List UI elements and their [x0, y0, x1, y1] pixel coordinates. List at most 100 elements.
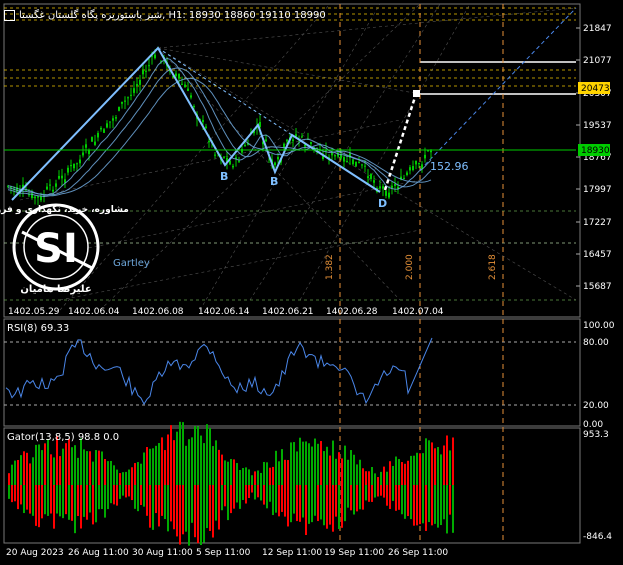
candle-body [427, 150, 429, 152]
gator-bar-down [302, 485, 304, 518]
gator-bar-down [122, 485, 124, 496]
gator-bar-up [20, 455, 22, 485]
gator-bar-up [272, 466, 274, 485]
candle-body [403, 177, 405, 179]
candle-body [133, 88, 135, 93]
gator-bar-down [143, 485, 145, 507]
gator-bar-down [260, 485, 262, 501]
gator-bar-up [389, 461, 391, 485]
candle-body [103, 129, 105, 133]
gator-bar-down [410, 485, 412, 520]
gator-bar-up [92, 461, 94, 485]
candle-body [139, 79, 141, 85]
rsi-indicator [5, 337, 433, 406]
gator-bar-down [11, 485, 13, 503]
gator-bar-up [410, 455, 412, 485]
gator-bar-up [53, 457, 55, 485]
gator-bar-down [236, 485, 238, 503]
candle-body [145, 70, 147, 72]
gator-bar-down [314, 485, 316, 516]
gator-bar-down [269, 485, 271, 502]
gator-bar-up [344, 445, 346, 485]
gator-bar-up [173, 440, 175, 485]
projection-line [419, 7, 577, 171]
gator-bar-down [419, 485, 421, 525]
gator-bar-down [77, 485, 79, 516]
gator-bar-up [119, 473, 121, 485]
candle-body [190, 95, 192, 98]
gator-bar-up [290, 442, 292, 485]
candle-body [136, 84, 138, 87]
gator-bar-up [95, 450, 97, 485]
gator-bar-down [116, 485, 118, 506]
chart-date-label: 1402.06.14 [198, 307, 250, 317]
candle-body [334, 155, 336, 157]
candle-body [310, 141, 312, 144]
candle-body [391, 185, 393, 188]
gator-bar-up [242, 468, 244, 485]
candle-body [394, 183, 396, 186]
time-axis-label: 30 Aug 11:00 [132, 548, 193, 558]
gator-bar-up [341, 458, 343, 485]
candle-body [370, 174, 372, 179]
gator-bar-up [287, 460, 289, 485]
gator-bar-down [179, 485, 181, 545]
gator-bar-up [230, 458, 232, 485]
gator-bar-up [164, 450, 166, 485]
candle-body [367, 176, 369, 179]
candle-body [361, 164, 363, 166]
candle-body [124, 100, 126, 102]
gator-bar-up [125, 471, 127, 485]
gator-bar-up [128, 469, 130, 485]
gator-bar-down [404, 485, 406, 519]
gator-bar-down [428, 485, 430, 523]
gator-bar-up [71, 447, 73, 485]
gator-bar-down [242, 485, 244, 500]
candle-body [286, 139, 288, 142]
candle-body [364, 165, 366, 167]
chart-canvas[interactable]: 1.3822.0002.618 BBD152.96 21847210772030… [0, 0, 623, 561]
gator-bar-up [338, 452, 340, 485]
gator-bar-down [209, 485, 211, 531]
candle-body [379, 186, 381, 189]
candle-body [214, 154, 216, 156]
gator-bar-up [260, 472, 262, 485]
time-axis-label: 12 Sep 11:00 [262, 548, 322, 558]
fib-time-label: 2.618 [488, 254, 498, 280]
gator-bar-down [299, 485, 301, 522]
gator-bar-down [431, 485, 433, 526]
gator-bar-up [38, 444, 40, 485]
candle-body [232, 165, 234, 168]
rsi-tick-label: 0.00 [583, 420, 603, 430]
rsi-line [5, 337, 433, 406]
gator-bar-down [29, 485, 31, 514]
gator-bar-down [194, 485, 196, 538]
window-icon[interactable] [4, 9, 15, 21]
price-tick-label: 17997 [583, 185, 612, 195]
gator-bar-up [257, 470, 259, 485]
gator-bar-up [431, 442, 433, 485]
gator-bar-down [305, 485, 307, 536]
gator-bar-down [296, 485, 298, 522]
gator-bar-down [110, 485, 112, 504]
gator-bar-up [107, 461, 109, 485]
candle-body [142, 70, 144, 75]
gator-bar-up [62, 448, 64, 485]
gator-bar-down [344, 485, 346, 522]
gator-bar-up [182, 422, 184, 485]
gator-bar-down [329, 485, 331, 525]
gator-bar-up [227, 461, 229, 485]
gator-bar-up [347, 459, 349, 485]
gator-bar-up [122, 472, 124, 485]
gator-bar-up [254, 471, 256, 485]
candle-body [205, 126, 207, 128]
gator-bar-up [116, 469, 118, 485]
chart-date-label: 1402.07.04 [392, 307, 444, 317]
gator-bar-up [350, 450, 352, 485]
gator-bar-up [353, 454, 355, 485]
gator-bar-down [437, 485, 439, 528]
gator-bar-up [284, 459, 286, 485]
gator-bar-up [179, 421, 181, 485]
trading-terminal-chart[interactable]: 1.3822.0002.618 BBD152.96 21847210772030… [0, 0, 623, 561]
gator-bar-up [146, 447, 148, 485]
